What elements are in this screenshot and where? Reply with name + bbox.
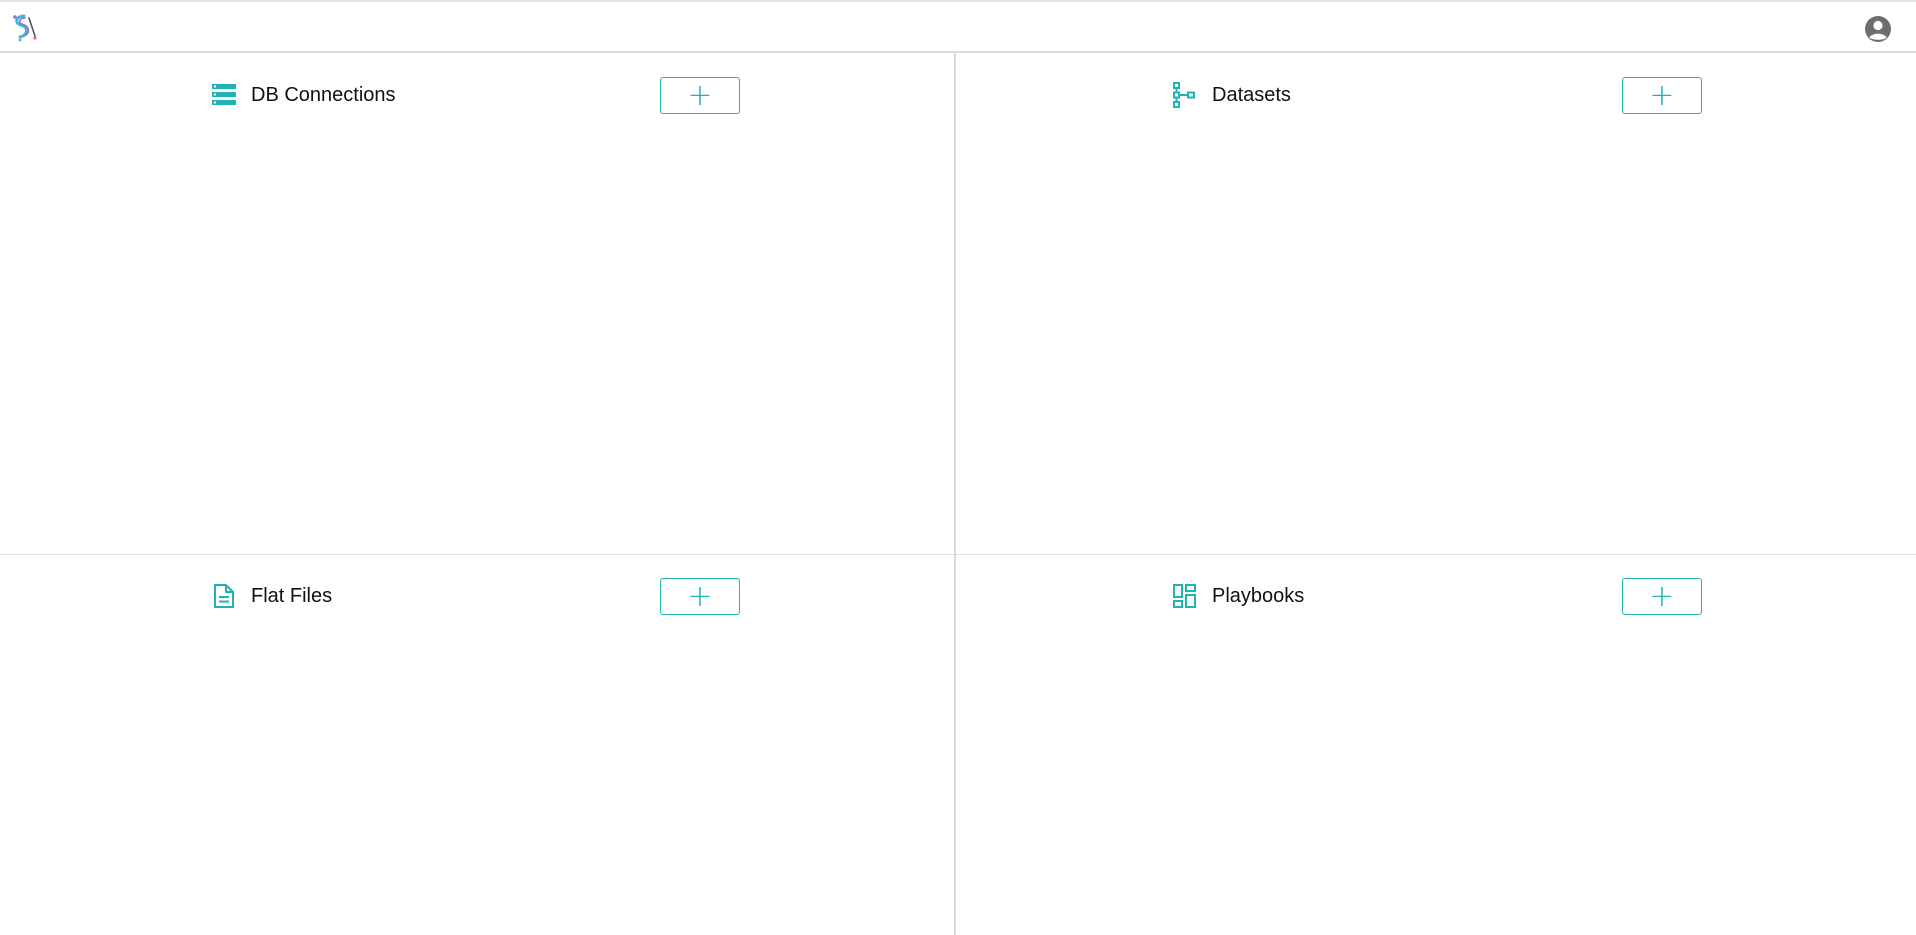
- top-bar: [0, 2, 1916, 53]
- panel-title: Playbooks: [1212, 585, 1305, 607]
- panel-title: Datasets: [1212, 84, 1291, 106]
- document-icon: [211, 583, 237, 609]
- panel-playbooks-body: [956, 624, 1916, 934]
- panel-flat-files-body: [0, 624, 954, 934]
- add-db-connection-button[interactable]: +: [660, 77, 740, 114]
- user-account-icon[interactable]: [1864, 15, 1892, 43]
- dashboard-grid: DB Connections + Datasets + Flat Files +…: [0, 53, 1916, 935]
- panel-title: Flat Files: [251, 585, 333, 607]
- add-flat-file-button[interactable]: +: [660, 578, 740, 615]
- database-list-icon: [211, 82, 237, 108]
- horizontal-divider: [0, 554, 1916, 555]
- panel-db-connections-body: [0, 123, 954, 553]
- app-root: DB Connections + Datasets + Flat Files +…: [0, 0, 1916, 935]
- hierarchy-tree-icon: [1172, 82, 1198, 108]
- add-dataset-button[interactable]: +: [1622, 77, 1702, 114]
- add-playbook-button[interactable]: +: [1622, 578, 1702, 615]
- panel-datasets-body: [956, 123, 1916, 553]
- panel-title: DB Connections: [251, 84, 396, 106]
- app-logo-icon[interactable]: [10, 12, 40, 44]
- dashboard-layout-icon: [1172, 583, 1198, 609]
